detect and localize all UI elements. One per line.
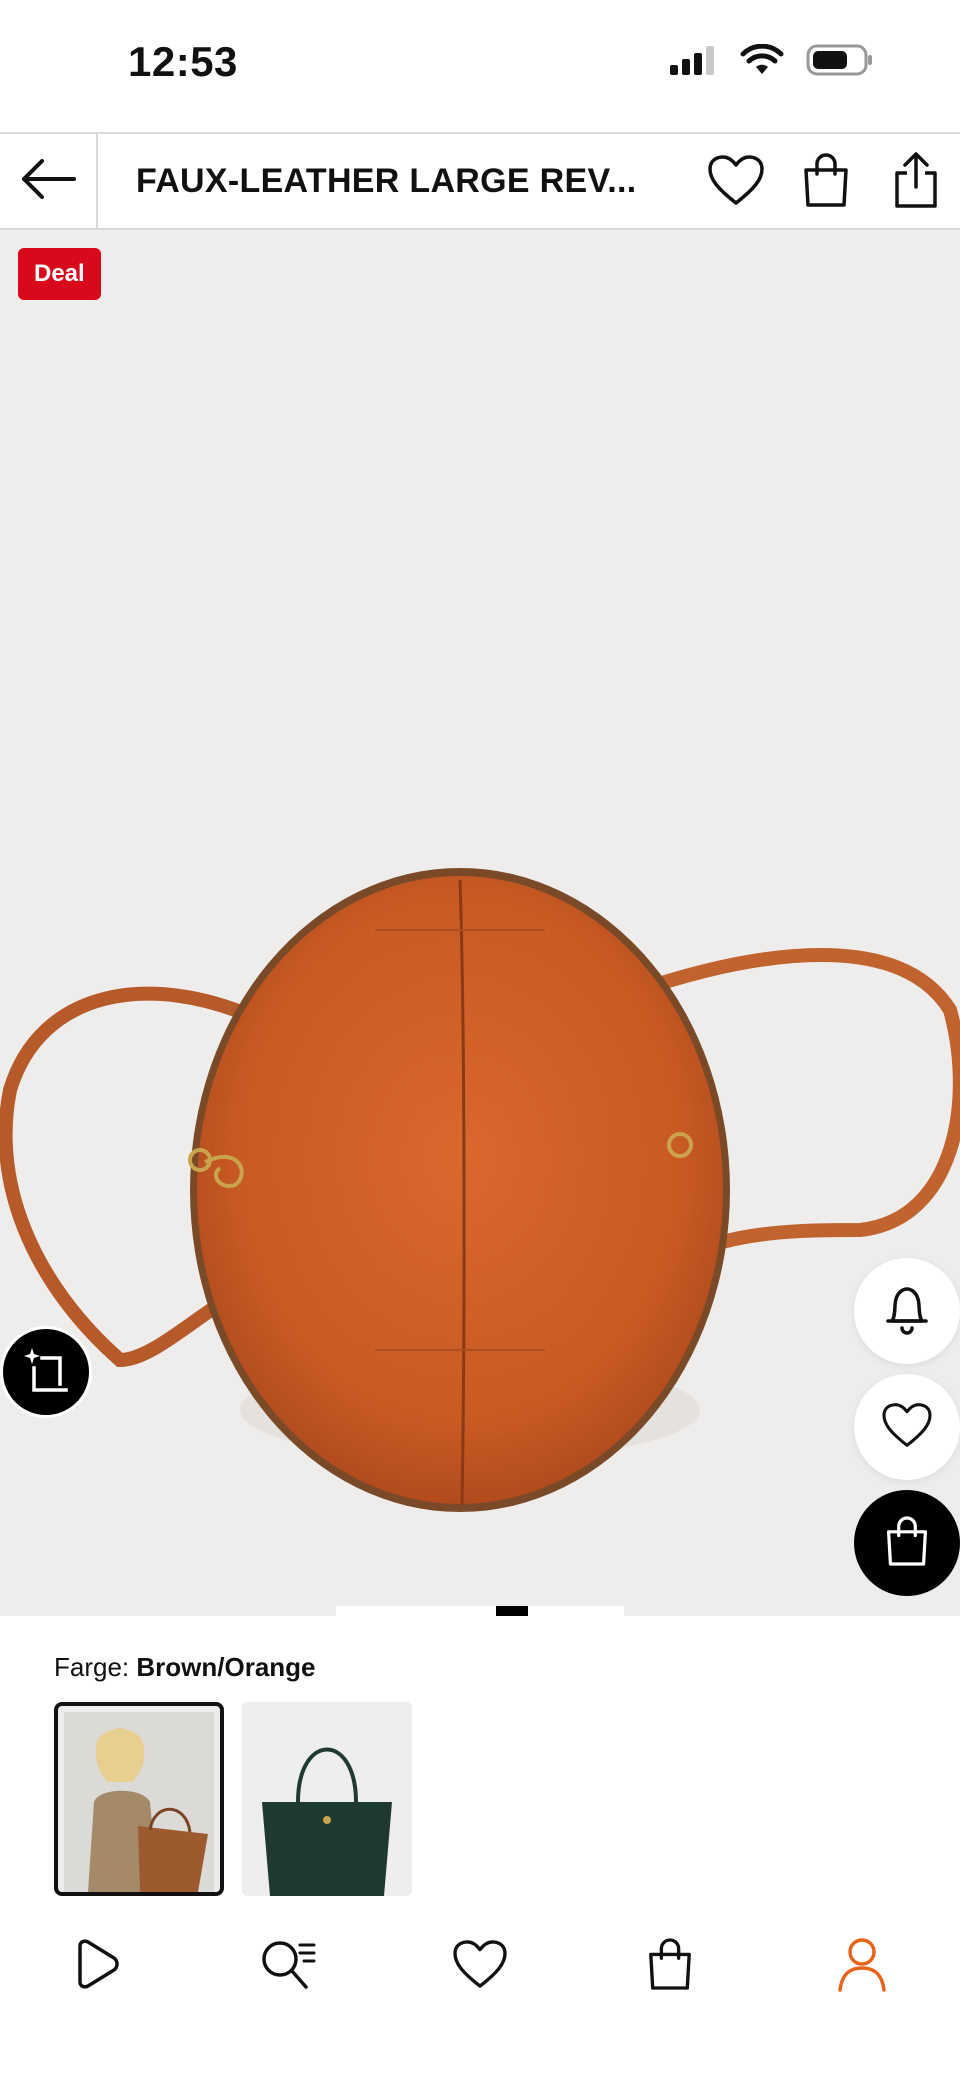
heart-icon bbox=[452, 1939, 508, 1994]
wifi-icon bbox=[740, 43, 784, 81]
nav-cart[interactable] bbox=[630, 1926, 710, 2006]
heart-icon bbox=[881, 1402, 933, 1453]
arrow-left-icon bbox=[18, 157, 78, 206]
signal-icon bbox=[668, 45, 718, 80]
notify-button[interactable] bbox=[854, 1258, 960, 1364]
back-button[interactable] bbox=[0, 134, 98, 228]
color-label: Farge: bbox=[54, 1652, 130, 1682]
color-swatch-green[interactable] bbox=[242, 1702, 412, 1896]
nav-wishlist[interactable] bbox=[440, 1926, 520, 2006]
share-button[interactable] bbox=[884, 150, 948, 214]
add-to-cart-float-button[interactable] bbox=[854, 1490, 960, 1596]
battery-icon bbox=[806, 44, 874, 81]
product-title: FAUX-LEATHER LARGE REV... bbox=[136, 162, 637, 200]
heart-icon bbox=[707, 154, 765, 211]
status-icons bbox=[668, 43, 874, 81]
crop-sparkle-icon bbox=[22, 1344, 70, 1401]
color-swatch-brown-orange[interactable] bbox=[54, 1702, 224, 1896]
play-icon bbox=[70, 1938, 122, 1995]
profile-icon bbox=[836, 1936, 888, 1997]
nav-search[interactable] bbox=[248, 1926, 328, 2006]
swatch-photo-green-bag bbox=[242, 1702, 412, 1896]
color-value: Brown/Orange bbox=[136, 1652, 316, 1682]
cart-button[interactable] bbox=[794, 150, 858, 214]
image-pager bbox=[336, 1606, 624, 1616]
favorite-float-button[interactable] bbox=[854, 1374, 960, 1480]
wishlist-button[interactable] bbox=[704, 150, 768, 214]
bag-icon bbox=[884, 1515, 930, 1572]
product-image-gallery[interactable]: Deal bbox=[0, 230, 960, 1616]
bag-icon bbox=[646, 1937, 694, 1996]
color-selector-label: Farge: Brown/Orange bbox=[54, 1652, 316, 1683]
bag-icon bbox=[801, 152, 851, 213]
share-icon bbox=[893, 151, 939, 214]
nav-profile[interactable] bbox=[822, 1926, 902, 2006]
pager-active-indicator bbox=[496, 1606, 528, 1616]
visual-search-button[interactable] bbox=[0, 1326, 92, 1418]
product-photo bbox=[0, 868, 960, 1512]
deal-badge: Deal bbox=[18, 248, 101, 300]
product-header: FAUX-LEATHER LARGE REV... bbox=[0, 132, 960, 230]
status-time: 12:53 bbox=[128, 38, 238, 85]
bottom-navigation bbox=[0, 1896, 960, 2081]
swatch-photo-model bbox=[64, 1712, 214, 1892]
search-list-icon bbox=[258, 1937, 318, 1996]
status-bar: 12:53 bbox=[0, 0, 960, 132]
bell-icon bbox=[884, 1283, 930, 1340]
nav-inspiration[interactable] bbox=[56, 1926, 136, 2006]
